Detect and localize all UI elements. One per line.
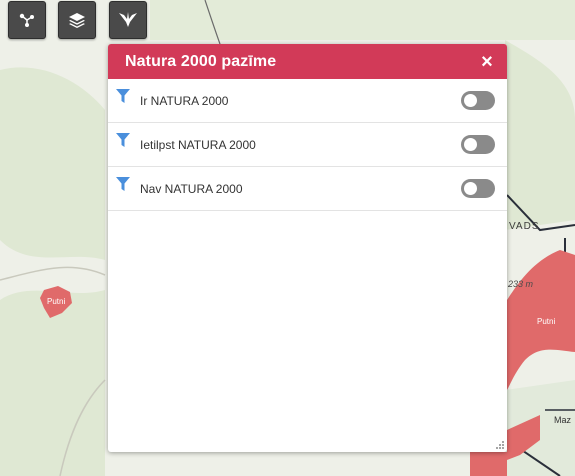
bird-icon	[119, 12, 137, 27]
filter-icon	[116, 176, 130, 191]
map-label-putni-right: Putni	[537, 317, 555, 326]
terrain-patch	[0, 290, 105, 476]
nodes-icon	[19, 13, 34, 27]
map-label-maz: Maz	[554, 415, 572, 425]
layers-icon	[69, 13, 85, 28]
resize-grip-icon[interactable]	[495, 440, 505, 450]
filter-row: Ir NATURA 2000	[108, 79, 507, 123]
toggle-knob	[464, 138, 477, 151]
map-label-vads: VADS	[509, 221, 540, 232]
natura-filter-panel: Natura 2000 pazīme × Ir NATURA 2000 Ieti…	[108, 44, 507, 452]
terrain-patch	[150, 0, 575, 40]
filter-label: Nav NATURA 2000	[140, 181, 243, 196]
toggle-knob	[464, 182, 477, 195]
protected-area	[470, 452, 507, 476]
bird-tool-button[interactable]	[109, 1, 147, 39]
terrain-patch	[0, 67, 105, 260]
filter-toggle[interactable]	[461, 135, 495, 154]
close-button[interactable]: ×	[477, 52, 497, 72]
nodes-tool-button[interactable]	[8, 1, 46, 39]
panel-header: Natura 2000 pazīme ×	[108, 44, 507, 79]
layers-tool-button[interactable]	[58, 1, 96, 39]
filter-label: Ietilpst NATURA 2000	[140, 137, 256, 152]
filter-toggle[interactable]	[461, 91, 495, 110]
toggle-knob	[464, 94, 477, 107]
filter-icon	[116, 132, 130, 147]
map-label-putni-left: Putni	[47, 297, 65, 306]
filter-label: Ir NATURA 2000	[140, 93, 229, 108]
filter-row: Ietilpst NATURA 2000	[108, 123, 507, 167]
map-label-elevation: 233 m	[507, 279, 534, 289]
panel-title: Natura 2000 pazīme	[125, 52, 277, 70]
filter-icon	[116, 88, 130, 103]
filter-row: Nav NATURA 2000	[108, 167, 507, 211]
filter-toggle[interactable]	[461, 179, 495, 198]
